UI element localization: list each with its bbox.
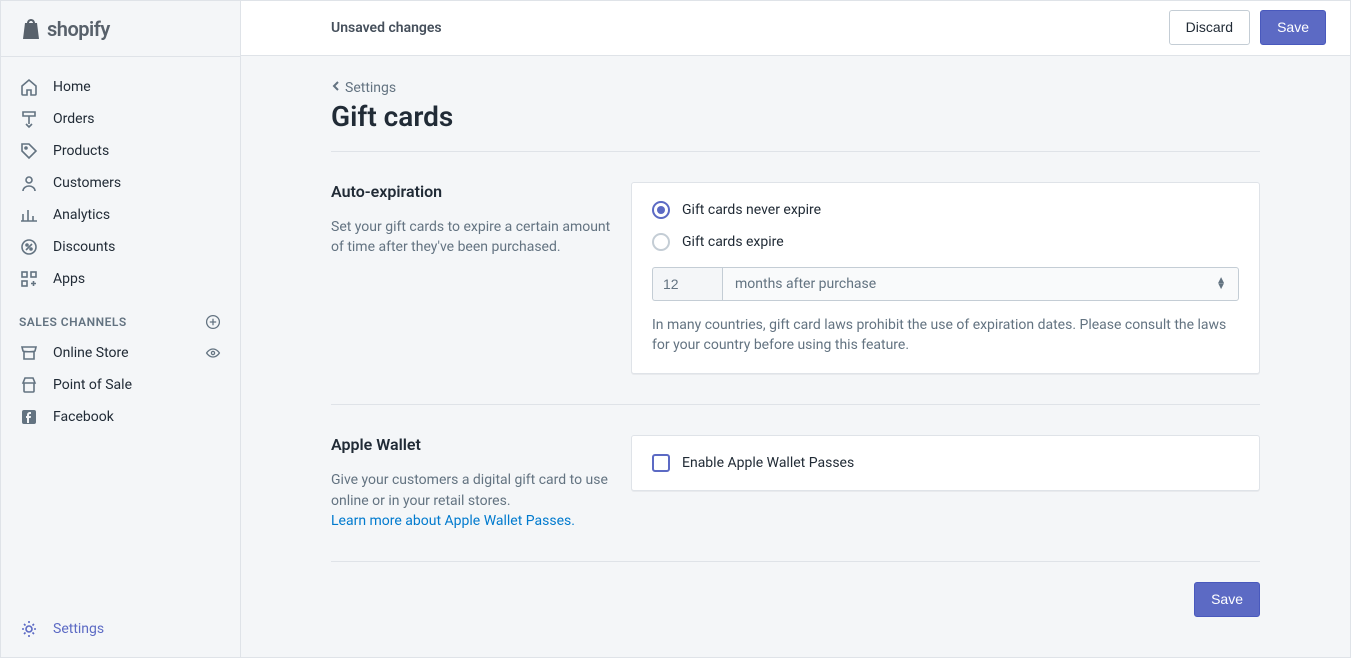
orders-icon: [19, 109, 39, 129]
brand-logo[interactable]: shopify: [1, 1, 240, 57]
channels-header-label: SALES CHANNELS: [19, 315, 127, 329]
page-title: Gift cards: [331, 100, 1260, 152]
expiration-legal-note: In many countries, gift card laws prohib…: [652, 315, 1239, 356]
channel-label: Online Store: [53, 345, 129, 361]
apple-wallet-learn-more-link[interactable]: Learn more about Apple Wallet Passes.: [331, 513, 575, 529]
radio-label: Gift cards never expire: [682, 202, 821, 218]
discard-button[interactable]: Discard: [1169, 10, 1250, 45]
customers-icon: [19, 173, 39, 193]
select-arrows-icon: ▲▼: [1216, 278, 1226, 290]
expire-duration-input[interactable]: [652, 267, 722, 301]
radio-never-expire[interactable]: Gift cards never expire: [652, 201, 1239, 219]
add-channel-button[interactable]: [204, 313, 222, 331]
page-footer-actions: Save: [331, 562, 1260, 617]
plus-circle-icon: [205, 314, 221, 330]
nav-products[interactable]: Products: [1, 135, 240, 167]
breadcrumb-label: Settings: [345, 80, 396, 96]
radio-label: Gift cards expire: [682, 234, 784, 250]
section-auto-expiration: Auto-expiration Set your gift cards to e…: [331, 152, 1260, 406]
save-button[interactable]: Save: [1260, 10, 1326, 45]
home-icon: [19, 77, 39, 97]
radio-expire[interactable]: Gift cards expire: [652, 233, 1239, 251]
eye-icon: [205, 345, 221, 361]
radio-indicator: [652, 233, 670, 251]
facebook-icon: [19, 407, 39, 427]
view-store-button[interactable]: [204, 344, 222, 362]
channel-point-of-sale[interactable]: Point of Sale: [1, 369, 240, 401]
primary-nav: Home Orders Products Customers Analytics…: [1, 57, 240, 443]
settings-label: Settings: [53, 621, 104, 637]
enable-apple-wallet-checkbox[interactable]: Enable Apple Wallet Passes: [652, 454, 1239, 472]
section-apple-wallet: Apple Wallet Give your customers a digit…: [331, 405, 1260, 562]
nav-customers[interactable]: Customers: [1, 167, 240, 199]
products-icon: [19, 141, 39, 161]
apple-wallet-heading: Apple Wallet: [331, 435, 611, 454]
nav-label: Customers: [53, 175, 121, 191]
breadcrumb-settings[interactable]: Settings: [331, 80, 396, 96]
topbar: Unsaved changes Discard Save: [241, 1, 1350, 56]
nav-orders[interactable]: Orders: [1, 103, 240, 135]
online-store-icon: [19, 343, 39, 363]
nav-discounts[interactable]: Discounts: [1, 231, 240, 263]
checkbox-label: Enable Apple Wallet Passes: [682, 455, 854, 471]
channel-label: Facebook: [53, 409, 114, 425]
nav-label: Discounts: [53, 239, 115, 255]
auto-expiration-heading: Auto-expiration: [331, 182, 611, 201]
nav-analytics[interactable]: Analytics: [1, 199, 240, 231]
apple-wallet-description: Give your customers a digital gift card …: [331, 472, 608, 508]
main-content: Unsaved changes Discard Save Settings Gi…: [241, 1, 1350, 657]
gear-icon: [19, 619, 39, 639]
radio-indicator: [652, 201, 670, 219]
footer-save-button[interactable]: Save: [1194, 582, 1260, 617]
channel-online-store[interactable]: Online Store: [1, 337, 240, 369]
auto-expiration-card: Gift cards never expire Gift cards expir…: [631, 182, 1260, 375]
apple-wallet-card: Enable Apple Wallet Passes: [631, 435, 1260, 491]
brand-name: shopify: [47, 17, 110, 41]
checkbox-indicator: [652, 454, 670, 472]
nav-label: Analytics: [53, 207, 110, 223]
channel-label: Point of Sale: [53, 377, 132, 393]
nav-settings[interactable]: Settings: [19, 619, 222, 639]
nav-apps[interactable]: Apps: [1, 263, 240, 295]
nav-label: Products: [53, 143, 109, 159]
nav-label: Home: [53, 79, 91, 95]
nav-label: Apps: [53, 271, 85, 287]
shopify-bag-icon: [19, 17, 41, 41]
point-of-sale-icon: [19, 375, 39, 395]
nav-home[interactable]: Home: [1, 71, 240, 103]
expire-unit-select[interactable]: months after purchase ▲▼: [722, 267, 1239, 301]
select-label: months after purchase: [735, 276, 876, 292]
discounts-icon: [19, 237, 39, 257]
apps-icon: [19, 269, 39, 289]
nav-label: Orders: [53, 111, 95, 127]
chevron-left-icon: [331, 80, 341, 96]
channel-facebook[interactable]: Facebook: [1, 401, 240, 433]
channels-header: SALES CHANNELS: [1, 295, 240, 337]
analytics-icon: [19, 205, 39, 225]
sidebar: shopify Home Orders Products Customers A…: [1, 1, 241, 657]
auto-expiration-description: Set your gift cards to expire a certain …: [331, 217, 611, 258]
unsaved-changes-label: Unsaved changes: [331, 20, 442, 36]
